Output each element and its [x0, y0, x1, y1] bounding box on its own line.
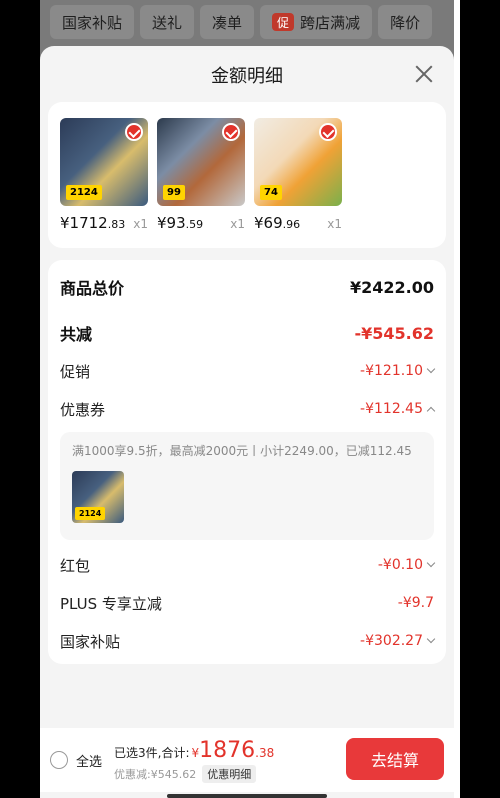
product-item[interactable]: 74 ¥69.96 x1 — [254, 118, 342, 248]
tab-label: 国家补贴 — [62, 13, 123, 32]
row-promotion[interactable]: 促销 -¥121.10 — [60, 352, 436, 390]
checkout-bar: 全选 已选3件,合计: ¥1876.38 优惠减:¥545.62 优惠明细 去结… — [40, 728, 454, 792]
selected-check-icon[interactable] — [125, 123, 143, 141]
product-qty: x1 — [327, 217, 342, 231]
row-coupon[interactable]: 优惠券 -¥112.45 — [60, 390, 436, 428]
chevron-down-icon — [426, 634, 436, 644]
plus-discount-label: PLUS 专享立减 — [60, 594, 162, 613]
total-amount: ¥1876.38 — [191, 737, 275, 763]
selected-summary: 已选3件,合计: — [114, 745, 190, 760]
red-packet-value: -¥0.10 — [377, 557, 423, 573]
row-red-packet[interactable]: 红包 -¥0.10 — [60, 546, 436, 584]
product-image-tag: 99 — [163, 185, 185, 200]
product-image: 2124 — [60, 118, 148, 206]
tab-label: 降价 — [390, 13, 421, 32]
product-item[interactable]: 99 ¥93.59 x1 — [157, 118, 245, 248]
promotion-value: -¥121.10 — [360, 363, 423, 379]
product-item[interactable]: 2124 ¥1712.83 x1 — [60, 118, 148, 248]
row-total-reduce: 共减 -¥545.62 — [60, 314, 434, 352]
product-image: 74 — [254, 118, 342, 206]
checkout-button[interactable]: 去结算 — [346, 738, 444, 780]
product-price: ¥1712.83 — [60, 214, 126, 232]
chevron-up-icon — [426, 406, 436, 415]
chevron-down-icon — [426, 558, 436, 568]
coupon-detail-box: 满1000享9.5折，最高减2000元丨小计2249.00，已减112.45 2… — [60, 432, 434, 540]
close-icon[interactable] — [410, 60, 438, 88]
order-summary: 已选3件,合计: ¥1876.38 优惠减:¥545.62 优惠明细 — [114, 738, 274, 783]
phone-screen: 国家补贴 送礼 凑单 促 跨店满减 降价 金额明细 2124 ¥1712.83 … — [40, 0, 454, 798]
selected-check-icon[interactable] — [319, 123, 337, 141]
tab-cross-store-discount[interactable]: 促 跨店满减 — [260, 5, 373, 39]
selected-check-icon[interactable] — [222, 123, 240, 141]
discount-summary: 优惠减:¥545.62 — [114, 767, 197, 781]
tab-label: 凑单 — [212, 13, 243, 32]
coupon-value: -¥112.45 — [360, 401, 423, 417]
select-all-label[interactable]: 全选 — [76, 751, 102, 770]
product-image-tag: 74 — [260, 185, 282, 200]
product-qty: x1 — [133, 217, 148, 231]
red-packet-label: 红包 — [60, 556, 91, 575]
home-indicator — [167, 794, 327, 798]
row-total-price: 商品总价 ¥2422.00 — [60, 260, 434, 314]
total-price-label: 商品总价 — [60, 279, 125, 298]
tab-bundle[interactable]: 凑单 — [200, 5, 255, 39]
product-qty: x1 — [230, 217, 245, 231]
sheet-title: 金额明细 — [211, 66, 283, 87]
total-reduce-value: -¥545.62 — [354, 323, 434, 343]
national-subsidy-label: 国家补贴 — [60, 632, 121, 651]
total-reduce-label: 共减 — [60, 325, 93, 344]
coupon-label: 优惠券 — [60, 400, 106, 419]
price-details-card: 商品总价 ¥2422.00 共减 -¥545.62 促销 -¥121.10 优惠… — [48, 260, 446, 664]
coupon-product-image: 2124 — [72, 471, 124, 523]
total-price-value: ¥2422.00 — [349, 277, 434, 297]
product-image-tag: 2124 — [66, 185, 102, 200]
right-black-bar — [460, 0, 500, 798]
coupon-product-image-tag: 2124 — [75, 507, 106, 520]
tab-national-subsidy[interactable]: 国家补贴 — [50, 5, 135, 39]
product-image: 99 — [157, 118, 245, 206]
tab-label: 送礼 — [152, 13, 183, 32]
left-black-bar — [0, 0, 40, 798]
chevron-down-icon — [426, 364, 436, 374]
promotion-label: 促销 — [60, 362, 91, 381]
products-card: 2124 ¥1712.83 x1 99 ¥93.59 x1 74 ¥69.96 … — [48, 102, 446, 248]
national-subsidy-value: -¥302.27 — [360, 633, 423, 649]
product-price: ¥69.96 — [254, 214, 301, 232]
row-national-subsidy[interactable]: 国家补贴 -¥302.27 — [60, 622, 436, 660]
row-plus-discount: PLUS 专享立减 -¥9.7 — [60, 584, 434, 622]
plus-discount-value: -¥9.7 — [397, 595, 434, 611]
amount-detail-sheet: 金额明细 2124 ¥1712.83 x1 99 ¥93.59 x1 74 ¥6… — [40, 46, 454, 798]
sheet-header: 金额明细 — [40, 46, 454, 104]
discount-detail-link[interactable]: 优惠明细 — [202, 764, 257, 783]
promo-icon: 促 — [272, 13, 295, 31]
product-price: ¥93.59 — [157, 214, 204, 232]
coupon-rule-text: 满1000享9.5折，最高减2000元丨小计2249.00，已减112.45 — [72, 444, 412, 458]
select-all-radio[interactable] — [50, 751, 68, 769]
tab-gift[interactable]: 送礼 — [140, 5, 195, 39]
tab-price-drop[interactable]: 降价 — [378, 5, 433, 39]
tab-label: 跨店满减 — [300, 13, 361, 32]
filter-tabs: 国家补贴 送礼 凑单 促 跨店满减 降价 — [40, 0, 454, 44]
